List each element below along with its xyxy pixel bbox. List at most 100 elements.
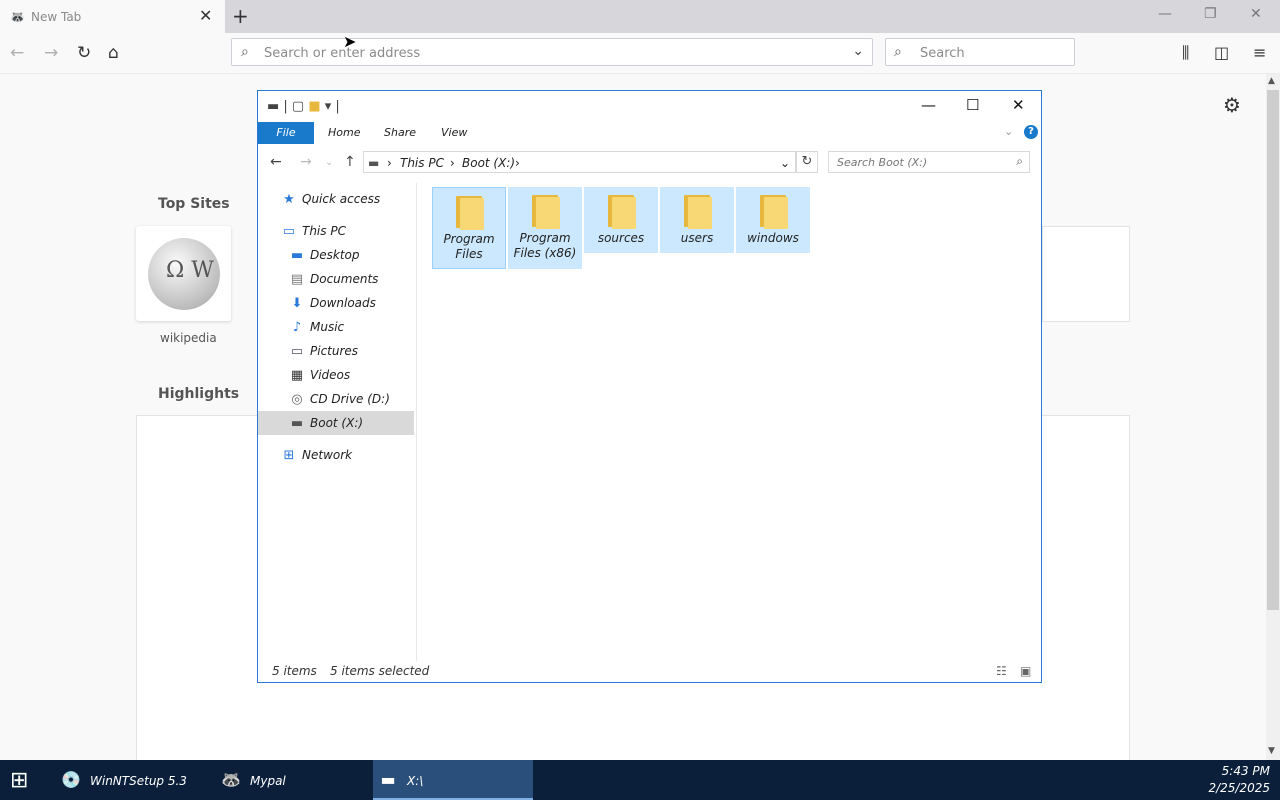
folder-item[interactable]: sources [584, 187, 658, 253]
close-window-icon[interactable]: ✕ [1250, 6, 1262, 22]
breadcrumb-this-pc[interactable]: This PC [400, 156, 444, 170]
navigation-pane: ★ Quick access ▭ This PC ▬ Desktop ▤ Documen… [258, 183, 417, 661]
breadcrumb-separator: › [515, 156, 520, 170]
tab-title: New Tab [31, 10, 82, 24]
nav-videos[interactable]: ▦ Videos [288, 363, 350, 387]
library-icon[interactable]: ⫼ [1182, 43, 1189, 63]
chevron-down-icon[interactable]: ⌄ [852, 43, 864, 59]
drive-icon: ▬ [290, 416, 304, 431]
file-explorer-window: ▬ | ▢ ■ ▾ | — ☐ ✕ File Home Share View ⌄… [257, 90, 1042, 683]
browser-search-input[interactable]: ⌕ Search [885, 38, 1075, 66]
ribbon-tab-home[interactable]: Home [328, 126, 360, 139]
folder-label: Program Files (x86) [513, 231, 577, 260]
close-tab-icon[interactable]: ✕ [199, 6, 212, 25]
breadcrumb-boot[interactable]: Boot (X:) [462, 156, 515, 170]
clock-date: 2/25/2025 [1208, 781, 1270, 795]
folder-label: Program Files [443, 232, 495, 261]
explorer-search-input[interactable]: Search Boot (X:) ⌕ [828, 151, 1030, 173]
quick-access-toolbar[interactable]: ▬ | ▢ ■ ▾ | [267, 99, 340, 114]
mouse-cursor-icon: ➤ [343, 32, 357, 51]
minimize-icon[interactable]: — [1158, 6, 1172, 22]
top-sites-title: Top Sites [158, 196, 230, 212]
folder-label: users [680, 231, 714, 245]
explorer-search-placeholder: Search Boot (X:) [837, 156, 928, 169]
chevron-down-icon[interactable]: ⌄ [780, 156, 790, 170]
forward-icon[interactable]: → [300, 154, 312, 170]
new-tab-button[interactable]: + [232, 4, 249, 28]
computer-icon: ▭ [282, 224, 296, 239]
recent-locations-icon[interactable]: ⌄ [325, 157, 333, 168]
reload-icon[interactable]: ↻ [77, 43, 91, 63]
up-icon[interactable]: ↑ [344, 154, 356, 170]
nav-cd-drive[interactable]: ◎ CD Drive (D:) [288, 387, 390, 411]
address-bar[interactable]: ▬ › This PC › Boot (X:) › ⌄ [363, 151, 796, 173]
folder-icon [606, 193, 636, 229]
ribbon-tab-share[interactable]: Share [384, 126, 416, 139]
folder-label: sources [597, 231, 645, 245]
taskbar-item-mypal[interactable]: 🦝 Mypal [216, 760, 366, 800]
expand-ribbon-icon[interactable]: ⌄ [1004, 125, 1013, 138]
folder-item[interactable]: windows [736, 187, 810, 253]
details-view-icon[interactable]: ☷ [996, 664, 1007, 678]
ribbon-tab-file[interactable]: File [258, 122, 314, 144]
folder-item[interactable]: users [660, 187, 734, 253]
taskbar-item-explorer[interactable]: ▬ X:\ [373, 760, 533, 800]
film-icon: ▦ [290, 368, 304, 383]
network-icon: ⊞ [283, 448, 295, 463]
back-icon[interactable]: ← [10, 43, 24, 63]
nav-quick-access[interactable]: ★ Quick access [280, 187, 380, 211]
top-site-label[interactable]: wikipedia [160, 331, 217, 345]
scroll-up-icon[interactable]: ▲ [1268, 76, 1275, 86]
cd-drive-icon: ◎ [291, 392, 303, 407]
nav-network[interactable]: ⊞ Network [280, 443, 353, 467]
mypal-icon: 🦝 [221, 770, 241, 789]
system-clock[interactable]: 5:43 PM 2/25/2025 [1208, 763, 1270, 797]
status-bar: 5 items 5 items selected ☷ ▣ [258, 661, 1041, 683]
ribbon-tab-view[interactable]: View [441, 126, 467, 139]
nav-boot-drive[interactable]: ▬ Boot (X:) [258, 411, 414, 435]
scrollbar-thumb[interactable] [1267, 90, 1279, 610]
nav-desktop[interactable]: ▬ Desktop [288, 243, 360, 267]
close-icon[interactable]: ✕ [1012, 96, 1025, 114]
nav-pictures[interactable]: ▭ Pictures [288, 339, 358, 363]
home-icon[interactable]: ⌂ [108, 43, 119, 63]
minimize-icon[interactable]: — [921, 96, 936, 114]
browser-tab[interactable]: 🦝 New Tab ✕ [0, 0, 225, 33]
wikipedia-glyph-icon: Ω W [166, 258, 214, 283]
folder-item[interactable]: Program Files (x86) [508, 187, 582, 269]
refresh-icon[interactable]: ↻ [796, 151, 818, 173]
search-placeholder: Search [920, 46, 965, 61]
breadcrumb-separator: › [387, 156, 392, 170]
search-icon: ⌕ [894, 44, 902, 60]
nav-documents[interactable]: ▤ Documents [288, 267, 379, 291]
search-icon: ⌕ [1016, 154, 1023, 168]
highlights-title: Highlights [158, 386, 240, 402]
nav-downloads[interactable]: ⬇ Downloads [288, 291, 376, 315]
windows-start-icon[interactable]: ⊞ [10, 768, 28, 793]
folder-label: windows [747, 231, 799, 245]
document-icon: ▤ [290, 272, 304, 287]
forward-icon[interactable]: → [44, 43, 58, 63]
maximize-icon[interactable]: ☐ [966, 96, 979, 114]
scroll-down-icon[interactable]: ▼ [1268, 746, 1275, 756]
folder-item[interactable]: Program Files [432, 187, 506, 269]
help-icon[interactable]: ? [1024, 125, 1038, 139]
url-bar[interactable]: ⌕ Search or enter address ⌄ [231, 38, 873, 66]
large-icons-view-icon[interactable]: ▣ [1020, 664, 1031, 678]
pictures-icon: ▭ [290, 344, 304, 359]
restore-icon[interactable]: ❐ [1204, 6, 1217, 22]
sidebar-icon[interactable]: ◫ [1214, 43, 1229, 62]
nav-music[interactable]: ♪ Music [288, 315, 344, 339]
folder-icon [454, 194, 484, 230]
gear-icon[interactable]: ⚙ [1223, 93, 1241, 117]
menu-icon[interactable]: ≡ [1253, 43, 1266, 62]
taskbar-item-winntsetup[interactable]: 💿WinNTSetup 5.3 B... [56, 760, 206, 800]
winntsetup-icon: 💿 [61, 770, 81, 789]
nav-this-pc[interactable]: ▭ This PC [280, 219, 346, 243]
folder-icon [530, 193, 560, 229]
clock-time: 5:43 PM [1221, 764, 1270, 778]
back-icon[interactable]: ← [270, 154, 282, 170]
folder-icon [682, 193, 712, 229]
music-icon: ♪ [292, 320, 302, 335]
breadcrumb-separator: › [450, 156, 455, 170]
